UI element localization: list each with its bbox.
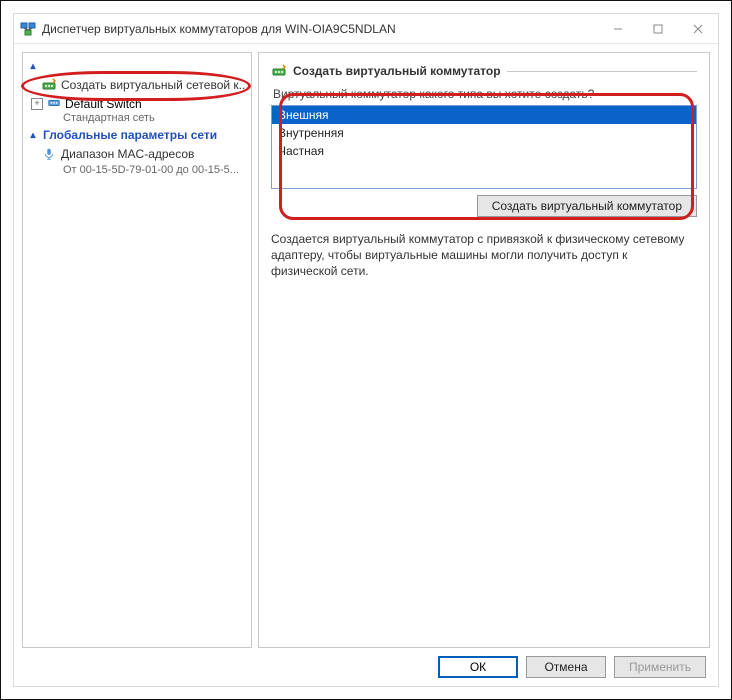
tree-item-subtext: От 00-15-5D-79-01-00 до 00-15-5... [23,164,251,178]
chevron-up-icon: ▴ [27,130,39,141]
maximize-button[interactable] [638,14,678,43]
switch-type-question: Виртуальный коммутатор какого типа вы хо… [271,87,697,101]
create-switch-button[interactable]: Создать виртуальный коммутатор [477,195,697,217]
section-rule [507,71,697,72]
expand-plus-icon[interactable]: + [31,98,43,110]
tree-group-switches[interactable]: ▴ Виртуальные коммутаторы [23,57,251,75]
cancel-button[interactable]: Отмена [526,656,606,678]
apply-button[interactable]: Применить [614,656,706,678]
tree-item-label: Диапазон MAC-адресов [61,147,194,161]
right-detail-pane: Создать виртуальный коммутатор Виртуальн… [258,52,710,648]
minimize-button[interactable] [598,14,638,43]
panes: ▴ Виртуальные коммутаторы Создать виртуа… [22,52,710,648]
content-area: ▴ Виртуальные коммутаторы Создать виртуа… [14,44,718,686]
tree-item-default-switch-row[interactable]: + Default Switch [23,95,251,112]
tree-group-label: Глобальные параметры сети [43,128,217,142]
section-title: Создать виртуальный коммутатор [293,64,501,78]
tree-item-label: Создать виртуальный сетевой к... [61,78,249,92]
section-header: Создать виртуальный коммутатор [271,63,697,79]
switch-type-option-private[interactable]: Частная [272,142,696,160]
tree-group-global[interactable]: ▴ Глобальные параметры сети [23,126,251,144]
network-switch-icon [271,63,287,79]
tree-item-subtext: Стандартная сеть [23,112,251,126]
ok-button[interactable]: ОК [438,656,518,678]
switch-type-option-internal[interactable]: Внутренняя [272,124,696,142]
window-title: Диспетчер виртуальных коммутаторов для W… [42,22,592,36]
network-switch-icon [41,77,57,93]
tree-item-mac-range[interactable]: Диапазон MAC-адресов [23,144,251,164]
dialog-window: Диспетчер виртуальных коммутаторов для W… [13,13,719,687]
create-button-row: Создать виртуальный коммутатор [271,195,697,217]
chevron-up-icon: ▴ [27,61,39,72]
dialog-footer: ОК Отмена Применить [22,654,710,678]
network-switch-icon [47,95,61,112]
titlebar: Диспетчер виртуальных коммутаторов для W… [14,14,718,44]
close-button[interactable] [678,14,718,43]
app-icon [20,21,36,37]
tree-item-create-switch[interactable]: Создать виртуальный сетевой к... [23,75,251,95]
microphone-icon [41,146,57,162]
switch-type-description: Создается виртуальный коммутатор с привя… [271,231,697,280]
window-controls [598,14,718,43]
tree-item-label: Default Switch [61,97,142,111]
switch-type-listbox[interactable]: Внешняя Внутренняя Частная [271,105,697,189]
switch-type-option-external[interactable]: Внешняя [272,106,696,124]
left-tree-pane: ▴ Виртуальные коммутаторы Создать виртуа… [22,52,252,648]
